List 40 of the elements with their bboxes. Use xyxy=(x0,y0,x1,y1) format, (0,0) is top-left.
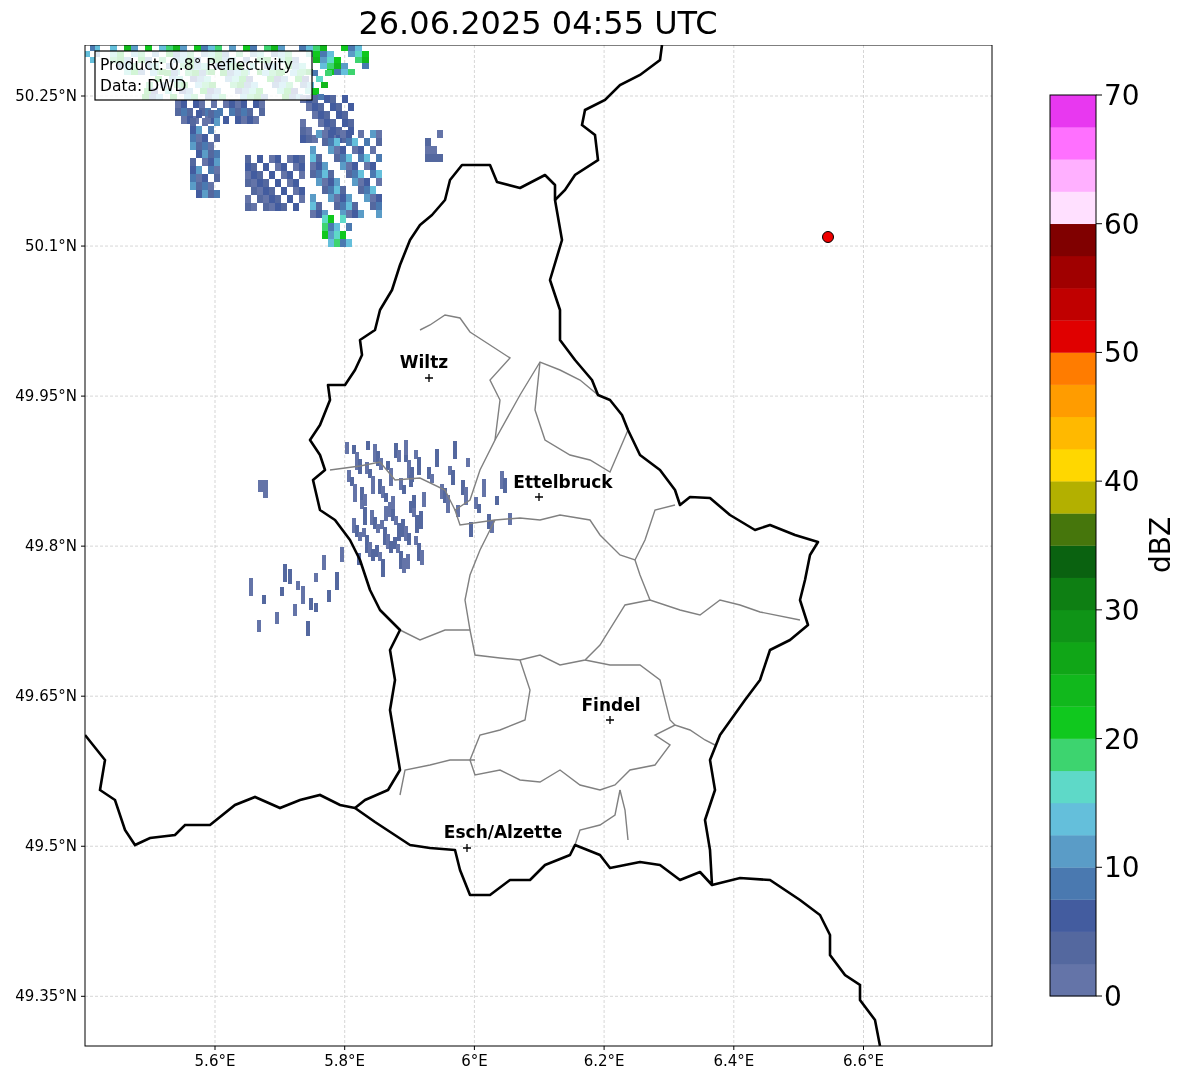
latitude-label: 49.5°N xyxy=(24,837,77,856)
city-marker-icon xyxy=(534,492,544,502)
city-label: Ettelbruck xyxy=(513,472,613,492)
longitude-label: 6.2°E xyxy=(583,1052,625,1070)
longitude-label: 6.4°E xyxy=(713,1052,755,1070)
colorbar-tick-label: 20 xyxy=(1104,722,1140,756)
radar-echo-drawing xyxy=(245,155,305,211)
info-text: Data: DWD xyxy=(100,77,187,95)
radar-echo-drawing xyxy=(258,480,268,498)
radar-echo-drawing xyxy=(425,130,443,162)
city-label: Wiltz xyxy=(399,352,449,372)
colorbar-tick-label: 10 xyxy=(1104,851,1140,885)
colorbar-tick-label: 70 xyxy=(1104,79,1140,112)
longitude-label: 6°E xyxy=(461,1052,488,1070)
latitude-label: 49.95°N xyxy=(15,387,77,406)
location-marker xyxy=(822,231,834,243)
city-marker-icon xyxy=(462,843,472,853)
longitude-label: 6.6°E xyxy=(843,1052,884,1070)
info-text: Product: 0.8° Reflectivity xyxy=(100,56,293,74)
colorbar-tick-label: 30 xyxy=(1104,593,1140,627)
latitude-label: 49.8°N xyxy=(24,537,77,556)
colorbar-tick-label: 60 xyxy=(1104,207,1140,241)
colorbar-label: dBZ xyxy=(1144,516,1177,574)
radar-echo-drawing xyxy=(443,470,512,537)
latitude-label: 50.1°N xyxy=(24,237,77,256)
longitude-label: 5.8°E xyxy=(324,1052,366,1070)
colorbar-tick-label: 40 xyxy=(1104,465,1140,499)
radar-echo-drawing xyxy=(283,547,344,610)
colorbar-tick-label: 50 xyxy=(1104,336,1140,370)
city-marker-icon xyxy=(424,373,434,383)
latitude-label: 49.35°N xyxy=(15,987,77,1006)
longitude-label: 5.6°E xyxy=(194,1052,236,1070)
chart-title: 26.06.2025 04:55 UTC xyxy=(358,3,718,42)
city-label: Findel xyxy=(581,695,641,715)
latitude-label: 50.25°N xyxy=(15,87,77,105)
city-label: Esch/Alzette xyxy=(443,822,563,842)
city-marker-icon xyxy=(605,715,615,725)
latitude-label: 49.65°N xyxy=(15,687,77,706)
colorbar-tick-label: 0 xyxy=(1104,980,1122,1013)
radar-echo-drawing xyxy=(249,569,318,636)
